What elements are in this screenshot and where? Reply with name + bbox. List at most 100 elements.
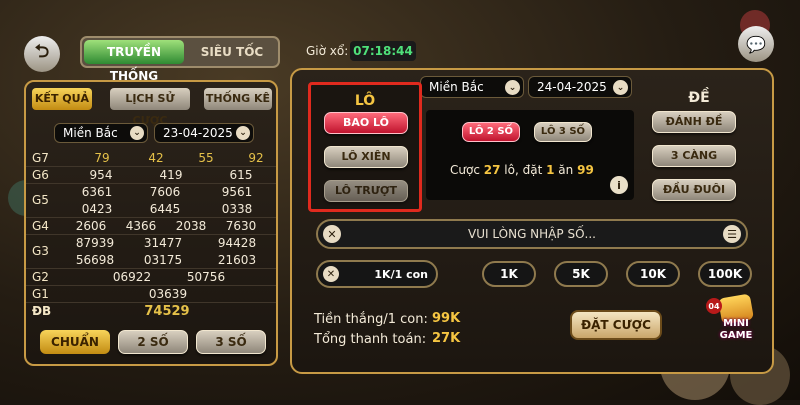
chip-10k[interactable]: 10K <box>626 261 680 287</box>
stake-value: 1K/1 con <box>374 268 428 281</box>
prize-number: 4366 <box>125 219 157 233</box>
tab-results[interactable]: KẾT QUẢ <box>32 88 92 110</box>
lo-truot-button[interactable]: LÔ TRƯỢT <box>324 180 408 202</box>
lo-3-so-tab[interactable]: LÔ 3 SỐ <box>534 122 592 142</box>
date-value: 23-04-2025 <box>163 126 233 140</box>
prize-label: ĐB <box>32 304 52 318</box>
prize-number: 42 <box>148 151 164 165</box>
info-icon[interactable]: i <box>610 176 628 194</box>
prize-label: G2 <box>32 270 49 284</box>
prize-label: G1 <box>32 287 49 301</box>
prize-number: 6445 <box>149 202 181 216</box>
chat-button[interactable]: 💬 <box>738 26 774 62</box>
lo-title: LÔ <box>354 93 376 109</box>
prize-label: G5 <box>32 193 49 207</box>
result-row-g6: G6 954 419 615 <box>26 167 276 184</box>
result-row-g2: G2 06922 50756 <box>26 269 276 286</box>
chevron-down-icon: ⌄ <box>236 126 250 140</box>
prize-number: 2038 <box>175 219 207 233</box>
mini-game-label: MINI GAME <box>719 318 753 341</box>
result-row-g1: G1 03639 <box>26 286 276 303</box>
prize-label: G6 <box>32 168 49 182</box>
prize-number: 74529 <box>144 304 190 319</box>
prize-number: 92 <box>248 151 264 165</box>
region-value: Miền Bắc <box>63 126 118 140</box>
filter-3-digits[interactable]: 3 SỐ <box>196 330 266 354</box>
total-payment-label: Tổng thanh toán: <box>314 332 427 347</box>
tab-traditional[interactable]: TRUYỀN THỐNG <box>84 40 184 83</box>
info-win: 99 <box>577 163 594 177</box>
de-title: ĐỀ <box>688 90 710 106</box>
prize-number: 7630 <box>225 219 257 233</box>
prize-number: 954 <box>89 168 113 182</box>
number-input[interactable]: ✕ VUI LÒNG NHẬP SỐ... ☰ <box>316 219 748 249</box>
info-text: lô, đặt <box>504 163 543 177</box>
lo-xien-button[interactable]: LÔ XIÊN <box>324 146 408 168</box>
chevron-down-icon: ⌄ <box>613 80 628 95</box>
place-bet-button[interactable]: ĐẶT CƯỢC <box>570 310 662 340</box>
prize-number: 615 <box>229 168 253 182</box>
danh-de-button[interactable]: ĐÁNH ĐỀ <box>652 111 736 133</box>
info-count: 27 <box>483 163 501 177</box>
prize-label: G4 <box>32 219 49 233</box>
mini-game-button[interactable]: 04 MINI GAME <box>706 293 766 352</box>
prize-label: G7 <box>32 151 49 165</box>
prize-number: 0423 <box>81 202 113 216</box>
bet-panel: Miền Bắc ⌄ 24-04-2025 ⌄ LÔ BAO LÔ LÔ XIÊN … <box>290 68 774 374</box>
tab-fast[interactable]: SIÊU TỐC <box>188 40 276 64</box>
number-input-placeholder: VUI LÒNG NHẬP SỐ... <box>468 227 596 241</box>
chip-100k[interactable]: 100K <box>698 261 752 287</box>
lo-2-so-tab[interactable]: LÔ 2 SỐ <box>462 122 520 142</box>
prize-number: 06922 <box>112 270 152 284</box>
result-row-g7: G7 79 42 55 92 <box>26 150 276 167</box>
lo-section: LÔ BAO LÔ LÔ XIÊN LÔ TRƯỢT <box>308 82 422 212</box>
win-per-unit-value: 99K <box>432 311 461 326</box>
tab-bet-history[interactable]: LỊCH SỬ CƯỢC <box>110 88 190 127</box>
bet-region-select[interactable]: Miền Bắc ⌄ <box>420 76 524 98</box>
prize-number: 31477 <box>143 236 183 250</box>
prize-number: 94428 <box>217 236 257 250</box>
bet-date-select[interactable]: 24-04-2025 ⌄ <box>528 76 632 98</box>
stake-field[interactable]: ✕ 1K/1 con <box>316 260 438 288</box>
chip-5k[interactable]: 5K <box>554 261 608 287</box>
prize-label: G3 <box>32 244 49 258</box>
results-region-select[interactable]: Miền Bắc ⌄ <box>54 123 148 143</box>
tab-statistics[interactable]: THỐNG KÊ <box>204 88 272 110</box>
bet-info-box: LÔ 2 SỐ LÔ 3 SỐ Cược 27 lô, đặt 1 ăn 99 … <box>426 110 634 200</box>
prize-number: 0338 <box>221 202 253 216</box>
mode-tabs: TRUYỀN THỐNG SIÊU TỐC <box>80 36 280 83</box>
filter-2-digits[interactable]: 2 SỐ <box>118 330 188 354</box>
chevron-down-icon: ⌄ <box>130 126 144 140</box>
back-button[interactable]: ⮌ <box>24 36 60 72</box>
results-table: G7 79 42 55 92 G6 954 419 615 G5 6361 7606 9561 0… <box>26 150 276 324</box>
region-value: Miền Bắc <box>429 80 484 94</box>
result-row-special: ĐB 74529 <box>26 303 276 322</box>
prize-number: 21603 <box>217 253 257 267</box>
bet-info-text: Cược 27 lô, đặt 1 ăn 99 <box>450 163 594 177</box>
result-row-g4: G4 2606 4366 2038 7630 <box>26 218 276 235</box>
chat-icon: 💬 <box>746 34 766 54</box>
chip-1k[interactable]: 1K <box>482 261 536 287</box>
back-arrow-icon: ⮌ <box>34 41 50 62</box>
win-per-unit-label: Tiền thắng/1 con: <box>314 312 428 327</box>
prize-number: 50756 <box>186 270 226 284</box>
info-bet: 1 <box>546 163 555 177</box>
info-text: ăn <box>558 163 574 177</box>
mini-game-badge: 04 <box>706 298 722 314</box>
filter-standard[interactable]: CHUẨN <box>40 330 110 354</box>
prize-number: 7606 <box>149 185 181 199</box>
dau-duoi-button[interactable]: ĐẦU ĐUÔI <box>652 179 736 201</box>
prize-number: 55 <box>198 151 214 165</box>
list-icon[interactable]: ☰ <box>723 225 741 243</box>
bao-lo-button[interactable]: BAO LÔ <box>324 112 408 134</box>
total-payment-value: 27K <box>432 331 461 346</box>
prize-number: 03175 <box>143 253 183 267</box>
prize-number: 56698 <box>75 253 115 267</box>
3-cang-button[interactable]: 3 CÀNG <box>652 145 736 167</box>
date-value: 24-04-2025 <box>537 80 607 94</box>
results-date-select[interactable]: 23-04-2025 ⌄ <box>154 123 254 143</box>
draw-countdown: 07:18:44 <box>350 41 416 61</box>
prize-number: 9561 <box>221 185 253 199</box>
clear-stake-icon[interactable]: ✕ <box>323 266 339 282</box>
chevron-down-icon: ⌄ <box>505 80 520 95</box>
